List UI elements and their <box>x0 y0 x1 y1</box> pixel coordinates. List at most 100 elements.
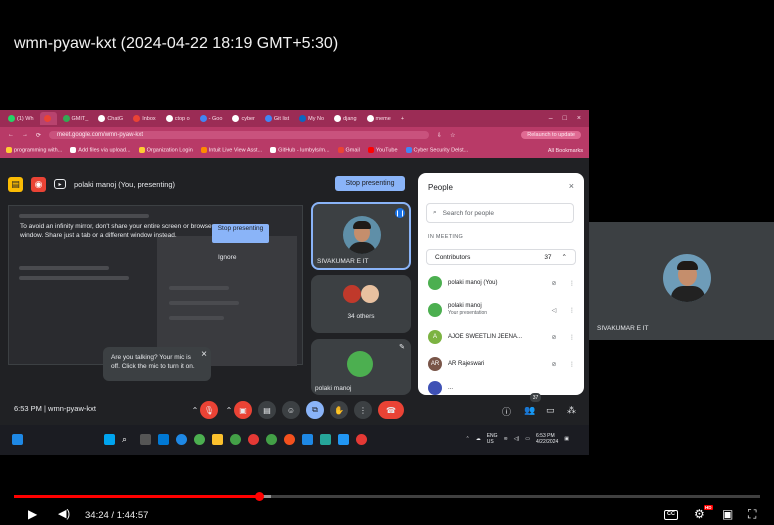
chrome-icon <box>284 434 295 445</box>
tray-clock: 6:53 PM 4/22/2024 <box>536 433 559 445</box>
play-icon[interactable]: ▶ <box>28 507 37 521</box>
avatar: A <box>428 330 442 344</box>
edge-icon <box>158 434 169 445</box>
mic-off-tooltip: Are you talking? Your mic is off. Click … <box>103 347 211 381</box>
participant-name: polaki manoj Your presentation <box>448 303 488 316</box>
close-icon: × <box>568 181 574 191</box>
participant-name: ... <box>448 384 454 391</box>
tab-favicon <box>264 115 272 122</box>
bookmark-item: Add files via upload... <box>70 147 131 154</box>
windows-start-icon <box>104 434 115 445</box>
participant-tile-main: ❙❙ SIVAKUMAR E IT <box>311 202 411 270</box>
search-placeholder: Search for people <box>442 209 494 217</box>
present-screen-icon: ▸ <box>54 179 66 189</box>
infinity-mirror-warning: To avoid an infinity mirror, don't share… <box>20 223 214 239</box>
leave-call-icon: ☎ <box>378 401 404 419</box>
placeholder-bar <box>19 214 149 218</box>
app-icon <box>302 434 313 445</box>
avatar <box>428 381 442 395</box>
participant-row: A AJOE SWEETLIN JEENA... ⊘ ⋮ <box>428 326 578 348</box>
participant-name: polaki manoj (You) <box>448 279 498 286</box>
subtitles-icon[interactable]: CC <box>664 510 678 520</box>
lang-indicator: ENG US <box>486 433 498 445</box>
placeholder-bar <box>19 276 129 280</box>
avatar <box>428 276 442 290</box>
progress-played <box>14 495 259 498</box>
new-tab-icon: + <box>400 115 405 122</box>
cloud-icon: ☁ <box>475 436 481 442</box>
search-icon: ⌕ <box>122 434 128 444</box>
bookmark-item: programming with... <box>6 147 62 154</box>
fullscreen-icon[interactable]: ⛶ <box>748 507 756 521</box>
mic-off-icon: ⊘ <box>551 334 557 341</box>
browser-tab: meme <box>363 112 395 125</box>
star-icon: ☆ <box>450 132 456 139</box>
whatsapp-icon <box>8 115 15 122</box>
volume-icon: ◁ <box>551 307 557 314</box>
time-display: 34:24 / 1:44:57 <box>85 510 149 521</box>
scrubber-handle[interactable] <box>254 492 264 501</box>
minimize-icon: – <box>548 115 553 122</box>
app-icon <box>176 434 187 445</box>
participant-row: ... <box>428 377 578 395</box>
presenter-label: polaki manoj (You, presenting) <box>74 179 176 189</box>
raise-hand-icon: ✋ <box>330 401 348 419</box>
participant-row: polaki manoj Your presentation ◁ ⋮ <box>428 299 578 321</box>
participant-row: AR AR Rajeswari ⊘ ⋮ <box>428 353 578 375</box>
app-icon <box>320 434 331 445</box>
bookmark-icon <box>405 147 412 154</box>
record-icon: ◉ <box>31 176 46 192</box>
tab-favicon <box>165 115 173 122</box>
avatar-hair <box>677 261 698 270</box>
close-icon: × <box>201 349 207 360</box>
player-controls: ▶ ◀) 34:24 / 1:44:57 CC ⚙ HD ▣ ⛶ <box>0 503 774 525</box>
chevron-up-icon: ⌃ <box>191 405 199 415</box>
volume-icon[interactable]: ◀) <box>58 507 70 521</box>
progress-bar[interactable] <box>14 492 760 501</box>
bookmark-item: GitHub - lumbyls/m... <box>270 147 330 154</box>
meet-control-bar: 6:53 PM | wmn-pyaw-kxt ⌃ 🎙 ⌃ ▣ ▤ ☺ ⧉ ✋ ⋮… <box>0 393 589 425</box>
bookmark-item: Organization Login <box>138 147 193 154</box>
chevron-up-icon: ⌃ <box>561 254 567 261</box>
more-icon: ⋮ <box>569 361 575 368</box>
url-text: meet.google.com/wmn-pyaw-kxt <box>49 131 430 139</box>
more-icon: ⋮ <box>569 307 575 314</box>
browser-tab: Git list <box>261 112 293 125</box>
miniplayer-icon[interactable]: ▣ <box>722 507 733 521</box>
youtube-icon <box>367 147 374 154</box>
side-participant-tile: SIVAKUMAR E IT <box>589 222 774 340</box>
chevron-up-icon: ⌃ <box>225 405 233 415</box>
participant-name: AR Rajeswari <box>448 360 485 367</box>
chat-icon: ▭ <box>546 405 555 415</box>
participant-name: AJOE SWEETLIN JEENA... <box>448 333 523 340</box>
mic-tooltip-text: Are you talking? Your mic is off. Click … <box>111 354 195 370</box>
linkedin-icon <box>299 115 307 122</box>
avatar <box>347 351 373 377</box>
browser-tab: ChatG <box>94 112 127 125</box>
video-title: wmn-pyaw-kxt (2024-04-22 18:19 GMT+5:30) <box>14 35 339 52</box>
placeholder-bar <box>169 316 224 320</box>
avatar <box>663 254 711 302</box>
participant-row: polaki manoj (You) ⊘ ⋮ <box>428 272 578 294</box>
avatar: AR <box>428 357 442 371</box>
avatar-body <box>671 286 705 302</box>
notification-icon: ▣ <box>564 436 569 442</box>
task-view-icon <box>140 434 151 445</box>
contributors-count: 37 <box>544 253 552 261</box>
participant-name: polaki manoj <box>315 385 352 392</box>
more-icon: ⋮ <box>569 280 575 287</box>
chrome-icon <box>230 434 241 445</box>
file-explorer-icon <box>212 434 223 445</box>
stop-presenting-button: Stop presenting <box>335 176 405 191</box>
people-panel: People × ⌕ Search for people IN MEETING … <box>418 173 584 395</box>
chatgpt-icon <box>98 115 106 122</box>
chrome-icon <box>266 434 277 445</box>
people-search: ⌕ Search for people <box>426 203 574 223</box>
avatar <box>428 303 442 317</box>
people-title: People <box>428 183 453 192</box>
avatar-body <box>348 242 376 254</box>
browser-tab: djang <box>330 112 360 125</box>
browser-tab: GMIT_ <box>59 112 93 125</box>
contributors-label: Contributors <box>435 253 471 261</box>
forward-icon: → <box>22 132 28 138</box>
